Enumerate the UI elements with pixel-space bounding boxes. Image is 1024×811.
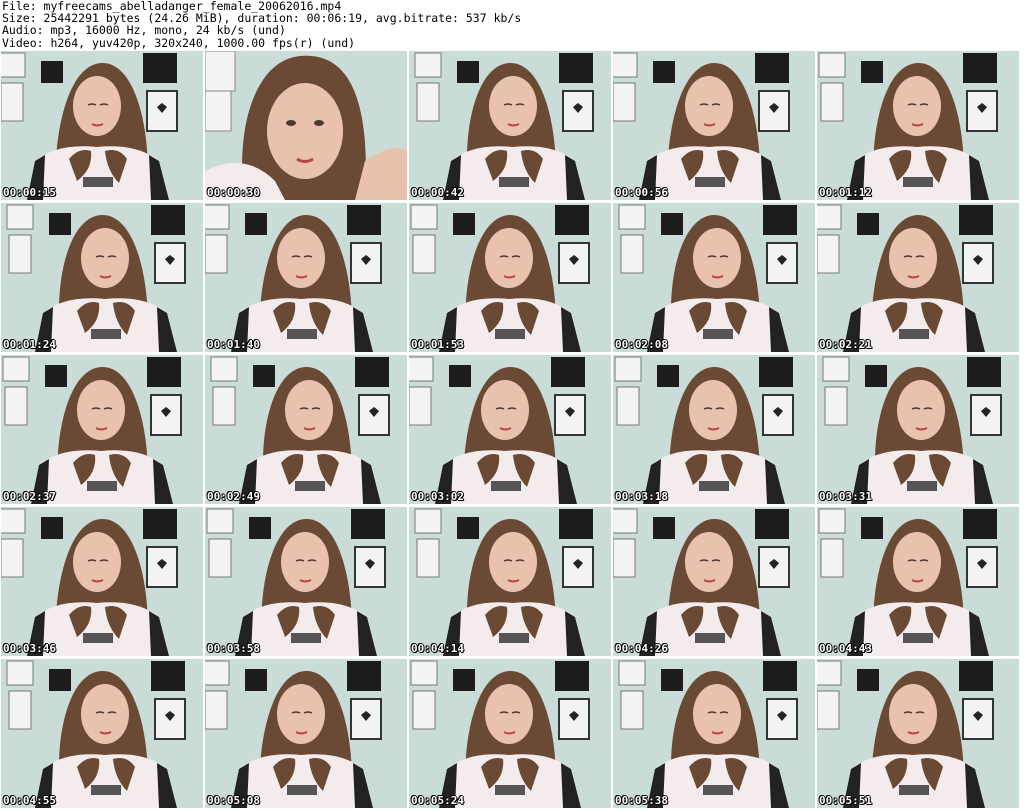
frame-timestamp: 00:00:30 — [207, 186, 260, 199]
video-frame-image — [817, 659, 1019, 808]
video-frame-thumbnail: 00:00:30 — [205, 51, 407, 200]
frame-timestamp: 00:01:53 — [411, 338, 464, 351]
video-frame-thumbnail: 00:01:40 — [205, 203, 407, 352]
video-frame-thumbnail: 00:02:21 — [817, 203, 1019, 352]
video-frame-thumbnail: 00:00:15 — [1, 51, 203, 200]
video-frame-thumbnail: 00:05:51 — [817, 659, 1019, 808]
file-info-header: File: myfreecams_abelladanger_female_200… — [2, 0, 1022, 50]
video-frame-image — [1, 51, 203, 200]
video-frame-image — [817, 51, 1019, 200]
video-frame-thumbnail: 00:00:42 — [409, 51, 611, 200]
frame-timestamp: 00:03:46 — [3, 642, 56, 655]
video-frame-image — [205, 355, 407, 504]
video-frame-image — [205, 203, 407, 352]
frame-timestamp: 00:02:37 — [3, 490, 56, 503]
video-frame-image — [409, 659, 611, 808]
thumbnail-grid: 00:00:15 00:00:30 00:00:42 00:00:56 00:0… — [1, 51, 1023, 811]
frame-timestamp: 00:01:24 — [3, 338, 56, 351]
frame-timestamp: 00:02:49 — [207, 490, 260, 503]
video-frame-image — [613, 355, 815, 504]
video-frame-thumbnail: 00:01:24 — [1, 203, 203, 352]
video-frame-thumbnail: 00:02:08 — [613, 203, 815, 352]
video-frame-image — [409, 355, 611, 504]
video-frame-image — [1, 355, 203, 504]
frame-timestamp: 00:04:55 — [3, 794, 56, 807]
frame-timestamp: 00:05:08 — [207, 794, 260, 807]
frame-timestamp: 00:02:08 — [615, 338, 668, 351]
video-info-line: Video: h264, yuv420p, 320x240, 1000.00 f… — [2, 35, 356, 50]
video-frame-thumbnail: 00:01:53 — [409, 203, 611, 352]
video-frame-thumbnail: 00:02:37 — [1, 355, 203, 504]
video-frame-thumbnail: 00:05:08 — [205, 659, 407, 808]
frame-timestamp: 00:04:14 — [411, 642, 464, 655]
video-frame-thumbnail: 00:04:55 — [1, 659, 203, 808]
frame-timestamp: 00:03:31 — [819, 490, 872, 503]
video-frame-image — [1, 659, 203, 808]
video-frame-image — [205, 51, 407, 200]
video-frame-thumbnail: 00:04:43 — [817, 507, 1019, 656]
frame-timestamp: 00:05:24 — [411, 794, 464, 807]
video-frame-image — [613, 51, 815, 200]
frame-timestamp: 00:05:51 — [819, 794, 872, 807]
video-frame-thumbnail: 00:03:18 — [613, 355, 815, 504]
video-frame-image — [613, 203, 815, 352]
audio-info-line: Audio: mp3, 16000 Hz, mono, 24 kb/s (und… — [2, 23, 286, 38]
frame-timestamp: 00:01:12 — [819, 186, 872, 199]
video-frame-image — [613, 659, 815, 808]
video-frame-thumbnail: 00:04:14 — [409, 507, 611, 656]
video-frame-thumbnail: 00:00:56 — [613, 51, 815, 200]
frame-timestamp: 00:03:58 — [207, 642, 260, 655]
video-frame-image — [205, 659, 407, 808]
video-frame-image — [205, 507, 407, 656]
frame-timestamp: 00:03:02 — [411, 490, 464, 503]
frame-timestamp: 00:04:26 — [615, 642, 668, 655]
video-frame-thumbnail: 00:04:26 — [613, 507, 815, 656]
video-frame-image — [817, 355, 1019, 504]
video-frame-thumbnail: 00:01:12 — [817, 51, 1019, 200]
frame-timestamp: 00:05:38 — [615, 794, 668, 807]
frame-timestamp: 00:04:43 — [819, 642, 872, 655]
video-frame-thumbnail: 00:05:38 — [613, 659, 815, 808]
video-frame-image — [1, 507, 203, 656]
frame-timestamp: 00:00:56 — [615, 186, 668, 199]
video-frame-thumbnail: 00:03:58 — [205, 507, 407, 656]
frame-timestamp: 00:01:40 — [207, 338, 260, 351]
video-frame-image — [409, 507, 611, 656]
video-frame-thumbnail: 00:03:31 — [817, 355, 1019, 504]
frame-timestamp: 00:00:15 — [3, 186, 56, 199]
video-frame-image — [817, 203, 1019, 352]
video-frame-thumbnail: 00:03:46 — [1, 507, 203, 656]
frame-timestamp: 00:03:18 — [615, 490, 668, 503]
video-frame-image — [409, 203, 611, 352]
frame-timestamp: 00:00:42 — [411, 186, 464, 199]
video-frame-image — [1, 203, 203, 352]
video-frame-image — [613, 507, 815, 656]
video-frame-thumbnail: 00:05:24 — [409, 659, 611, 808]
video-frame-image — [817, 507, 1019, 656]
video-frame-thumbnail: 00:02:49 — [205, 355, 407, 504]
frame-timestamp: 00:02:21 — [819, 338, 872, 351]
video-frame-image — [409, 51, 611, 200]
video-frame-thumbnail: 00:03:02 — [409, 355, 611, 504]
